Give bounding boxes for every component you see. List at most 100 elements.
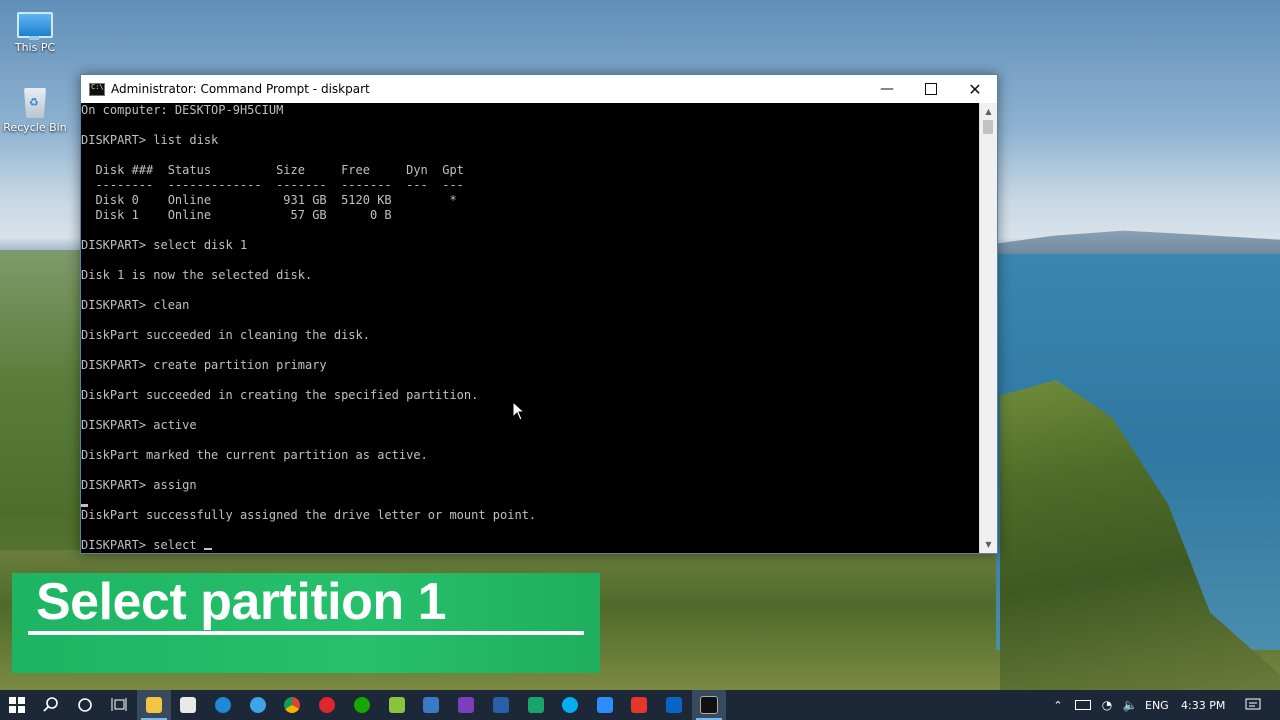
taskbar-edge[interactable]: [206, 690, 240, 720]
taskbar-visual-studio[interactable]: [449, 690, 483, 720]
chrome-icon: [284, 697, 300, 713]
desktop-icon-this-pc[interactable]: This PC: [0, 8, 70, 54]
skype-icon: [562, 697, 578, 713]
chevron-up-icon: ⌃: [1053, 698, 1063, 712]
taskbar-defender[interactable]: [519, 690, 553, 720]
powershell-icon: [493, 697, 509, 713]
task-view-icon: [111, 698, 127, 711]
console-line: DiskPart succeeded in cleaning the disk.: [81, 328, 370, 342]
maximize-icon: [925, 83, 937, 95]
console-input-text: DISKPART> select: [81, 538, 204, 552]
defender-icon: [528, 697, 544, 713]
caption-banner: Select partition 1: [12, 573, 600, 673]
window-title: Administrator: Command Prompt - diskpart: [111, 82, 370, 96]
scrollbar-thumb[interactable]: [983, 120, 993, 134]
console-line: DISKPART> create partition primary: [81, 358, 327, 372]
taskbar-upwork[interactable]: [345, 690, 379, 720]
search-icon: [43, 697, 58, 712]
taskbar-ie[interactable]: [241, 690, 275, 720]
close-button[interactable]: ✕: [953, 75, 997, 103]
taskbar-powershell[interactable]: [484, 690, 518, 720]
command-prompt-icon: [89, 82, 105, 96]
caption-underline: [28, 631, 584, 635]
opera-icon: [319, 697, 335, 713]
close-icon: ✕: [968, 79, 982, 99]
show-hidden-icons-button[interactable]: ⌃: [1045, 690, 1071, 720]
desktop-icon-recycle-bin[interactable]: Recycle Bin: [0, 88, 70, 134]
console-line: DISKPART> assign: [81, 478, 197, 492]
minimize-icon: —: [880, 81, 894, 97]
taskbar-app[interactable]: [414, 690, 448, 720]
speaker-icon: 🔈: [1122, 698, 1138, 712]
console-line: Disk ### Status Size Free Dyn Gpt: [81, 163, 464, 177]
console-line: DiskPart successfully assigned the drive…: [81, 508, 537, 522]
volume-button[interactable]: 🔈: [1119, 690, 1141, 720]
edge-icon: [215, 697, 231, 713]
scroll-down-button[interactable]: ▼: [980, 536, 997, 553]
console-line: DISKPART> list disk: [81, 133, 219, 147]
command-prompt-icon: [700, 696, 718, 714]
zoom-icon: [597, 697, 613, 713]
console-line: Disk 0 Online 931 GB 5120 KB *: [81, 193, 457, 207]
search-button[interactable]: [34, 690, 68, 720]
console-output[interactable]: On computer: DESKTOP-9H5CIUM DISKPART> l…: [81, 103, 979, 553]
console-line: DISKPART> clean: [81, 298, 190, 312]
text-cursor: [203, 548, 212, 550]
vertical-scrollbar[interactable]: ▲ ▼: [979, 103, 997, 553]
taskbar-file-explorer[interactable]: [137, 690, 171, 720]
taskbar-zoom[interactable]: [588, 690, 622, 720]
upwork-icon: [354, 697, 370, 713]
outlook-icon: [666, 697, 682, 713]
maximize-button[interactable]: [909, 75, 953, 103]
console-line: -------- ------------- ------- ------- -…: [81, 178, 464, 192]
pdf-icon: [631, 697, 647, 713]
cortana-icon: [78, 698, 92, 712]
console-line: DiskPart marked the current partition as…: [81, 448, 428, 462]
start-button[interactable]: [0, 690, 34, 720]
scroll-up-button[interactable]: ▲: [980, 103, 997, 120]
store-icon: [180, 697, 196, 713]
desktop-icon-label: This PC: [14, 41, 56, 54]
minimize-button[interactable]: —: [865, 75, 909, 103]
wifi-icon: ◔: [1101, 698, 1113, 712]
stray-cursor-mark: [81, 504, 88, 507]
recycle-bin-icon: [24, 88, 46, 118]
console-line: On computer: DESKTOP-9H5CIUM: [81, 103, 284, 117]
clock[interactable]: 4:33 PM: [1181, 690, 1225, 720]
command-prompt-window[interactable]: Administrator: Command Prompt - diskpart…: [80, 74, 998, 554]
taskbar-chrome[interactable]: [275, 690, 309, 720]
battery-icon: [1075, 700, 1091, 710]
file-explorer-icon: [146, 697, 162, 713]
visual-studio-icon: [458, 697, 474, 713]
console-line: DISKPART> select disk 1: [81, 238, 248, 252]
app-icon: [423, 697, 439, 713]
console-line: Disk 1 is now the selected disk.: [81, 268, 313, 282]
taskbar-outlook[interactable]: [657, 690, 691, 720]
notifications-button[interactable]: [1240, 690, 1266, 720]
battery-button[interactable]: [1071, 690, 1095, 720]
network-button[interactable]: ◔: [1095, 690, 1119, 720]
wallpaper-island: [996, 230, 1280, 254]
taskbar-skype[interactable]: [553, 690, 587, 720]
taskbar-command-prompt[interactable]: [692, 690, 726, 720]
notification-icon: [1245, 698, 1261, 710]
task-view-button[interactable]: [102, 690, 136, 720]
language-indicator[interactable]: ENG: [1145, 690, 1169, 720]
console-line: DiskPart succeeded in creating the speci…: [81, 388, 479, 402]
console-line: Disk 1 Online 57 GB 0 B: [81, 208, 392, 222]
window-titlebar[interactable]: Administrator: Command Prompt - diskpart…: [81, 75, 997, 103]
console-prompt-line[interactable]: DISKPART> select: [81, 538, 212, 553]
taskbar-store[interactable]: [171, 690, 205, 720]
taskbar-opera[interactable]: [310, 690, 344, 720]
desktop-icon-label: Recycle Bin: [3, 121, 67, 134]
caption-text: Select partition 1: [36, 573, 447, 631]
cortana-button[interactable]: [68, 690, 102, 720]
taskbar-pdf[interactable]: [622, 690, 656, 720]
computer-icon: [17, 12, 53, 40]
taskbar: ⌃ ◔ 🔈 ENG 4:33 PM: [0, 690, 1280, 720]
console-line: DISKPART> active: [81, 418, 197, 432]
notepad-plus-icon: [389, 697, 405, 713]
windows-logo-icon: [9, 697, 25, 713]
taskbar-notepad-plus[interactable]: [380, 690, 414, 720]
internet-explorer-icon: [250, 697, 266, 713]
